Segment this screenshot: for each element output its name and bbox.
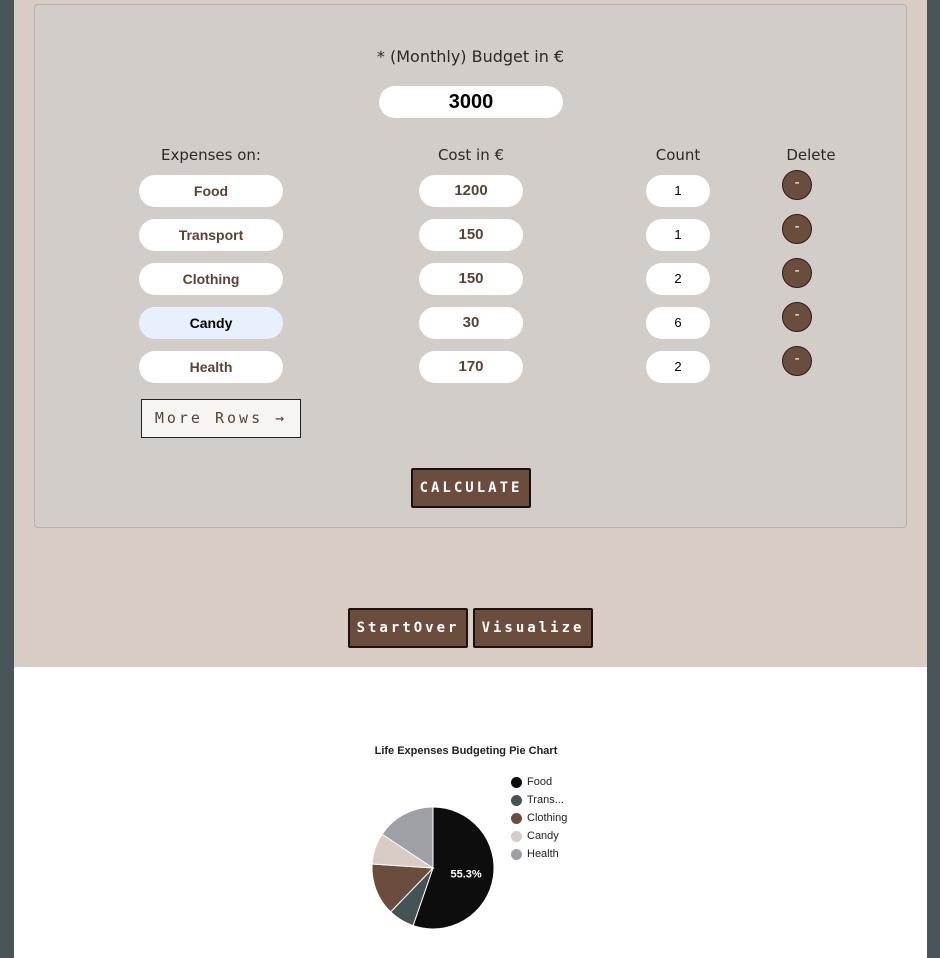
expense-cost-input[interactable]: 170 <box>419 351 523 383</box>
expense-cost-input[interactable]: 1200 <box>419 175 523 207</box>
expense-count-input[interactable]: 1 <box>646 175 710 207</box>
legend-label: Food <box>527 776 553 788</box>
legend-item[interactable]: Health <box>511 845 567 863</box>
legend-item[interactable]: Clothing <box>511 809 567 827</box>
delete-row-button[interactable]: - <box>782 170 812 200</box>
delete-row-button[interactable]: - <box>782 214 812 244</box>
expense-cost-input[interactable]: 30 <box>419 307 523 339</box>
expense-name-input[interactable]: Transport <box>139 219 283 251</box>
expense-name-input[interactable]: Clothing <box>139 263 283 295</box>
legend-label: Clothing <box>527 812 568 824</box>
legend-swatch <box>511 794 522 806</box>
legend-item[interactable]: Trans... <box>511 791 567 809</box>
legend-item[interactable]: Food <box>511 773 567 791</box>
expense-count-input[interactable]: 1 <box>646 219 710 251</box>
legend-label: Trans... <box>527 794 564 806</box>
expense-count-input[interactable]: 6 <box>646 307 710 339</box>
visualize-button[interactable]: Visualize <box>473 608 593 648</box>
chart-legend: Food Trans... Clothing Candy Health <box>511 773 567 863</box>
budget-form-card: * (Monthly) Budget in € 3000 Expenses on… <box>34 4 907 528</box>
count-header: Count <box>655 146 701 164</box>
start-over-button[interactable]: StartOver <box>348 608 468 648</box>
legend-swatch <box>511 830 522 842</box>
expense-name-input[interactable]: Food <box>139 175 283 207</box>
legend-label: Candy <box>527 830 559 842</box>
budget-label: * (Monthly) Budget in € <box>376 47 565 66</box>
legend-label: Health <box>527 848 559 860</box>
expense-cost-input[interactable]: 150 <box>419 263 523 295</box>
expense-count-input[interactable]: 2 <box>646 351 710 383</box>
legend-swatch <box>511 812 522 824</box>
expense-name-input[interactable]: Candy <box>139 307 283 339</box>
expense-name-input[interactable]: Health <box>139 351 283 383</box>
pie-chart: 55.3% <box>371 806 495 930</box>
delete-row-button[interactable]: - <box>782 346 812 376</box>
chart-title: Life Expenses Budgeting Pie Chart <box>374 745 558 757</box>
calculate-button[interactable]: CALCULATE <box>411 468 531 508</box>
legend-item[interactable]: Candy <box>511 827 567 845</box>
delete-header: Delete <box>786 146 836 164</box>
delete-row-button[interactable]: - <box>782 302 812 332</box>
expense-cost-input[interactable]: 150 <box>419 219 523 251</box>
budget-input[interactable]: 3000 <box>379 86 563 118</box>
delete-row-button[interactable]: - <box>782 258 812 288</box>
chart-panel: Life Expenses Budgeting Pie Chart 55.3% … <box>14 667 927 958</box>
legend-swatch <box>511 848 522 860</box>
legend-swatch <box>511 776 522 788</box>
pie-slice-label: 55.3% <box>450 869 481 881</box>
page-background: * (Monthly) Budget in € 3000 Expenses on… <box>14 0 927 958</box>
expense-count-input[interactable]: 2 <box>646 263 710 295</box>
more-rows-button[interactable]: More Rows → <box>141 399 301 438</box>
expenses-header: Expenses on: <box>161 146 261 164</box>
cost-header: Cost in € <box>437 146 505 164</box>
